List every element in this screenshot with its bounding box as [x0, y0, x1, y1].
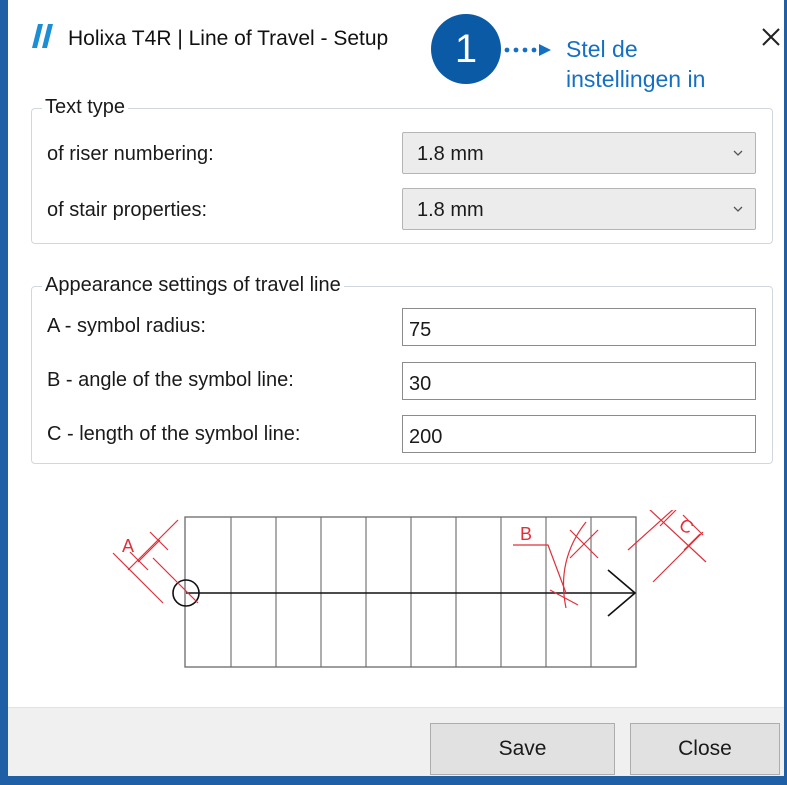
step-hint: Stel de instellingen in — [566, 34, 766, 94]
title-bar: Holixa T4R | Line of Travel - Setup 1 St… — [8, 0, 786, 92]
chevron-down-icon — [733, 150, 743, 156]
holixa-logo-icon — [32, 24, 53, 48]
step-badge: 1 — [431, 14, 501, 84]
close-button[interactable]: Close — [630, 723, 780, 775]
text-type-group: Text type of riser numbering: 1.8 mm of … — [31, 96, 773, 244]
stair-properties-value: 1.8 mm — [417, 199, 484, 221]
dialog-footer: Save Close — [8, 707, 784, 776]
symbol-length-label: C - length of the symbol line: — [47, 423, 301, 445]
symbol-angle-label: B - angle of the symbol line: — [47, 369, 294, 391]
riser-numbering-label: of riser numbering: — [47, 143, 214, 165]
stair-properties-label: of stair properties: — [47, 199, 208, 221]
diagram-label-c: C — [676, 514, 697, 538]
riser-numbering-value: 1.8 mm — [417, 143, 484, 165]
window-title: Holixa T4R | Line of Travel - Setup — [68, 27, 389, 50]
appearance-legend: Appearance settings of travel line — [42, 274, 344, 297]
chevron-down-icon — [733, 206, 743, 212]
save-button[interactable]: Save — [430, 723, 615, 775]
symbol-radius-input[interactable] — [402, 308, 756, 346]
symbol-angle-input[interactable] — [402, 362, 756, 400]
text-type-legend: Text type — [42, 96, 129, 119]
close-icon[interactable] — [756, 22, 786, 52]
setup-dialog: Holixa T4R | Line of Travel - Setup 1 St… — [0, 0, 787, 785]
riser-numbering-select[interactable]: 1.8 mm — [402, 132, 756, 174]
stair-properties-select[interactable]: 1.8 mm — [402, 188, 756, 230]
travel-line-diagram: A B C — [112, 510, 707, 668]
appearance-group: Appearance settings of travel line A - s… — [31, 274, 773, 464]
symbol-radius-label: A - symbol radius: — [47, 315, 206, 337]
diagram-label-b: B — [520, 524, 532, 544]
diagram-label-a: A — [122, 536, 134, 556]
step-hint-line1: Stel de — [566, 36, 638, 62]
dotted-arrow-icon — [504, 44, 551, 56]
symbol-length-input[interactable] — [402, 415, 756, 453]
step-hint-line2: instellingen in — [566, 66, 706, 92]
